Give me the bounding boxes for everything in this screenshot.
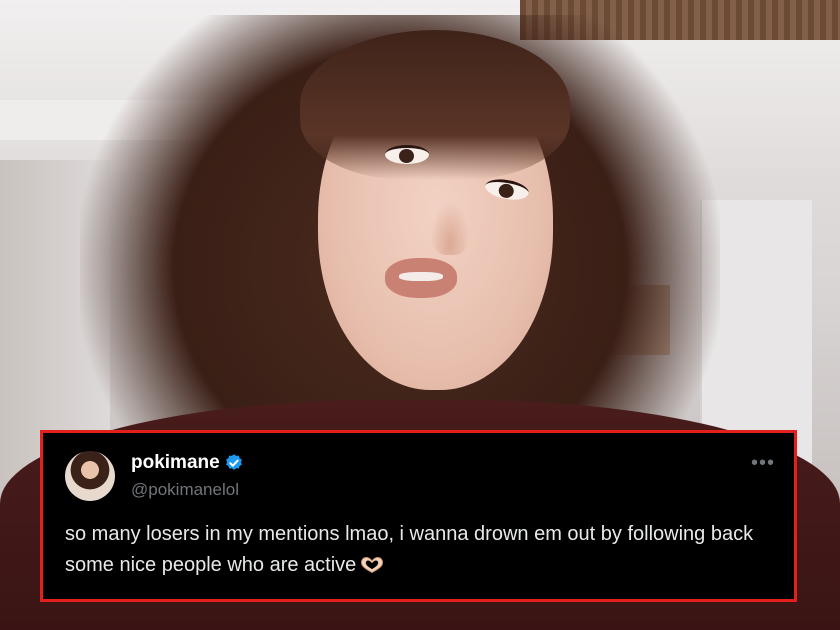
heart-hands-icon: [361, 556, 384, 574]
photo-lips: [385, 258, 457, 298]
photo-left-eye: [385, 145, 429, 164]
avatar[interactable]: [65, 451, 115, 501]
tweet-card: pokimane @pokimanelol ••• so many losers…: [40, 430, 797, 602]
more-horizontal-icon[interactable]: •••: [751, 453, 775, 473]
photo-bangs: [300, 30, 570, 180]
photo-nose: [430, 200, 470, 255]
verified-badge-icon: [226, 454, 242, 470]
user-handle[interactable]: @pokimanelol: [131, 480, 239, 500]
tweet-text-content: so many losers in my mentions lmao, i wa…: [65, 523, 754, 576]
user-name[interactable]: pokimane: [131, 452, 220, 474]
tweet-text: so many losers in my mentions lmao, i wa…: [65, 519, 777, 581]
